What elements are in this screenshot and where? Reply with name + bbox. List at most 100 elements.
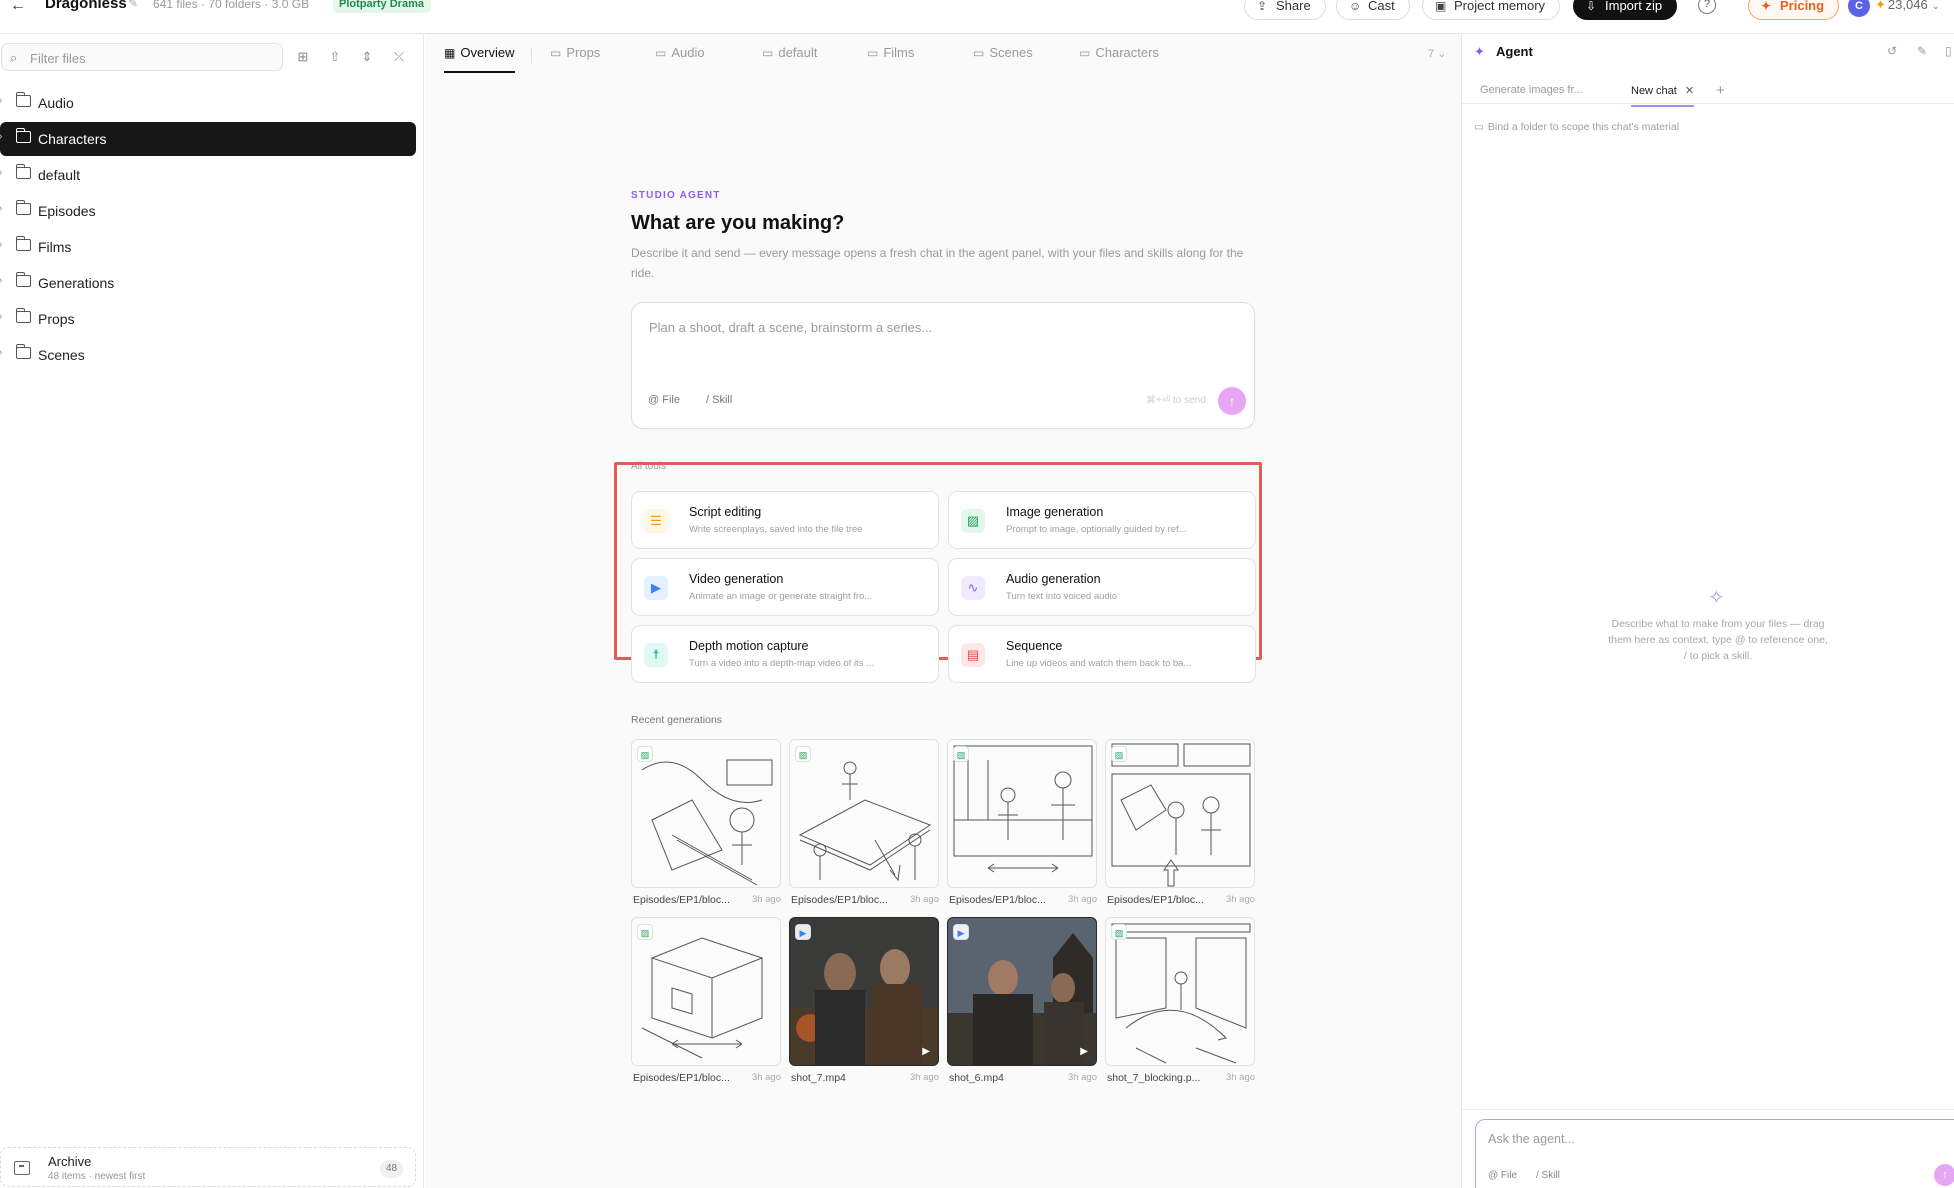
generation-card[interactable]: ▶ ▶ shot_7.mp4 3h ago — [789, 917, 939, 1088]
credits-value: 23,046 — [1887, 0, 1928, 12]
bind-folder-hint[interactable]: ▭ Bind a folder to scope this chat's mate… — [1474, 121, 1679, 133]
tool-audio-generation[interactable]: ∿ Audio generation Turn text into voiced… — [948, 558, 1256, 616]
chevron-down-icon: ⌄ — [1931, 1, 1941, 12]
tool-depth-motion-capture[interactable]: ☨ Depth motion capture Turn a video into… — [631, 625, 939, 683]
generation-card[interactable]: ▶ ▶ shot_6.mp4 3h ago — [947, 917, 1097, 1088]
image-icon: ▨ — [1111, 924, 1127, 940]
collapse-panel-icon[interactable]: ▯ — [1945, 44, 1952, 58]
tab-characters[interactable]: ▭ Characters — [1079, 45, 1159, 73]
chat-tab-new-chat[interactable]: New chat ✕ — [1631, 84, 1695, 107]
top-bar: ← Dragonless ✎ 641 files · 70 folders · … — [0, 0, 1954, 34]
archive-count-badge: 48 — [380, 1160, 404, 1178]
tree-folder-episodes[interactable]: › Episodes — [0, 194, 416, 228]
tree-folder-scenes[interactable]: › Scenes — [0, 338, 416, 372]
generation-card[interactable]: ▨ Episodes/EP1/bloc... 3h ago — [1105, 739, 1255, 910]
tree-folder-characters[interactable]: › Characters — [0, 122, 416, 156]
generation-time: 3h ago — [1067, 894, 1097, 905]
video-frame — [790, 918, 938, 1065]
generation-card[interactable]: ▨ shot_7_blocking.p... 3h ago — [1105, 917, 1255, 1088]
tree-folder-props[interactable]: › Props — [0, 302, 416, 336]
upload-icon[interactable]: ⇧ — [325, 47, 345, 67]
chevron-right-icon[interactable]: › — [0, 347, 2, 358]
agent-send-button[interactable]: ↑ — [1934, 1164, 1954, 1186]
pricing-button[interactable]: ✦ Pricing — [1748, 0, 1840, 20]
attach-file-chip[interactable]: @ File — [1488, 1170, 1517, 1181]
attach-file-chip[interactable]: @ File — [648, 394, 680, 406]
generation-thumbnail: ▨ — [1105, 739, 1255, 888]
tool-title: Image generation — [1006, 505, 1104, 519]
archive-subtitle: 48 items · newest first — [48, 1171, 146, 1182]
generation-name: Episodes/EP1/bloc... — [633, 894, 730, 906]
generation-time: 3h ago — [1067, 1072, 1097, 1083]
project-name[interactable]: Dragonless — [45, 0, 127, 12]
chevron-right-icon[interactable]: › — [0, 95, 2, 106]
new-folder-icon[interactable]: ⊞ — [293, 47, 313, 67]
project-memory-button[interactable]: ▣ Project memory — [1422, 0, 1561, 20]
skill-chip[interactable]: / Skill — [706, 394, 732, 406]
generation-thumbnail: ▨ — [789, 739, 939, 888]
tool-image-generation[interactable]: ▨ Image generation Prompt to image, opti… — [948, 491, 1256, 549]
tree-folder-default[interactable]: › default — [0, 158, 416, 192]
history-icon[interactable]: ↺ — [1887, 44, 1897, 58]
chevron-right-icon[interactable]: › — [0, 131, 2, 142]
chevron-right-icon[interactable]: › — [0, 203, 2, 214]
tree-folder-audio[interactable]: › Audio — [0, 86, 416, 120]
tab-label: default — [778, 45, 818, 60]
tab-scenes[interactable]: ▭ Scenes — [973, 45, 1033, 73]
generation-name: Episodes/EP1/bloc... — [633, 1072, 730, 1084]
ask-agent-input[interactable] — [1488, 1132, 1908, 1146]
play-icon[interactable]: ▶ — [1080, 1046, 1088, 1057]
new-chat-icon[interactable]: ✎ — [1917, 44, 1927, 58]
agent-empty-state: Describe what to make from your files — … — [1608, 618, 1828, 662]
generation-card[interactable]: ▨ Episodes/EP1/bloc... 3h ago — [789, 739, 939, 910]
chevron-right-icon[interactable]: › — [0, 167, 2, 178]
tab-films[interactable]: ▭ Films — [867, 45, 914, 73]
storyboard-sketch — [798, 761, 932, 882]
chat-tab-generate-images[interactable]: Generate images fr... — [1480, 84, 1583, 96]
generation-card[interactable]: ▨ Episodes/EP1/bloc... 3h ago — [631, 917, 781, 1088]
studio-agent-kicker: STUDIO AGENT — [631, 190, 721, 201]
collapse-all-icon[interactable]: ⤫ — [389, 47, 409, 67]
skill-chip[interactable]: / Skill — [1536, 1170, 1560, 1181]
prompt-input[interactable] — [649, 320, 1229, 360]
tabs-overflow-dropdown[interactable]: 7 ⌄ — [1428, 47, 1446, 60]
generation-thumbnail: ▶ ▶ — [789, 917, 939, 1066]
avatar[interactable]: C — [1848, 0, 1870, 17]
tool-sequence[interactable]: ▤ Sequence Line up videos and watch them… — [948, 625, 1256, 683]
generation-card[interactable]: ▨ Episodes/EP1/bloc... 3h ago — [631, 739, 781, 910]
archive-button[interactable]: Archive 48 items · newest first 48 — [0, 1147, 416, 1187]
send-shortcut-hint: ⌘+⏎ to send — [1146, 395, 1206, 406]
tab-default[interactable]: ▭ default — [762, 45, 817, 73]
send-button[interactable]: ↑ — [1218, 387, 1246, 415]
share-button[interactable]: ⇪ Share — [1244, 0, 1326, 20]
credits-balance[interactable]: ✦ 23,046 ⌄ — [1875, 0, 1940, 13]
tab-overview[interactable]: ▦ Overview — [444, 45, 515, 73]
tree-folder-generations[interactable]: › Generations — [0, 266, 416, 300]
tab-props[interactable]: ▭ Props — [550, 45, 600, 73]
project-meta: 641 files · 70 folders · 3.0 GB — [153, 0, 310, 11]
tool-script-editing[interactable]: ☰ Script editing Write screenplays, save… — [631, 491, 939, 549]
play-icon[interactable]: ▶ — [922, 1046, 930, 1057]
tabs-count: 7 — [1428, 48, 1435, 60]
chevron-right-icon[interactable]: › — [0, 239, 2, 250]
tab-audio[interactable]: ▭ Audio — [655, 45, 705, 73]
expand-all-icon[interactable]: ⇕ — [357, 47, 377, 67]
help-icon[interactable]: ? — [1698, 0, 1716, 14]
folder-label: Generations — [38, 275, 115, 291]
filter-files-input[interactable] — [30, 48, 270, 68]
generation-card[interactable]: ▨ Episodes/EP1/bloc... 3h ago — [947, 739, 1097, 910]
back-arrow-icon[interactable]: ← — [8, 0, 28, 16]
cast-button[interactable]: ☺ Cast — [1336, 0, 1410, 20]
tool-video-generation[interactable]: ▶ Video generation Animate an image or g… — [631, 558, 939, 616]
tool-title: Video generation — [689, 572, 784, 586]
folder-icon: ▭ — [973, 46, 985, 60]
arrow-up-icon: ↑ — [1228, 393, 1236, 409]
edit-pencil-icon[interactable]: ✎ — [128, 0, 138, 10]
tree-folder-films[interactable]: › Films — [0, 230, 416, 264]
cast-label: Cast — [1368, 0, 1395, 13]
chevron-right-icon[interactable]: › — [0, 311, 2, 322]
add-chat-icon[interactable]: + — [1716, 82, 1725, 99]
import-zip-button[interactable]: ⇩ Import zip — [1573, 0, 1678, 20]
close-icon[interactable]: ✕ — [1685, 85, 1694, 97]
chevron-right-icon[interactable]: › — [0, 275, 2, 286]
